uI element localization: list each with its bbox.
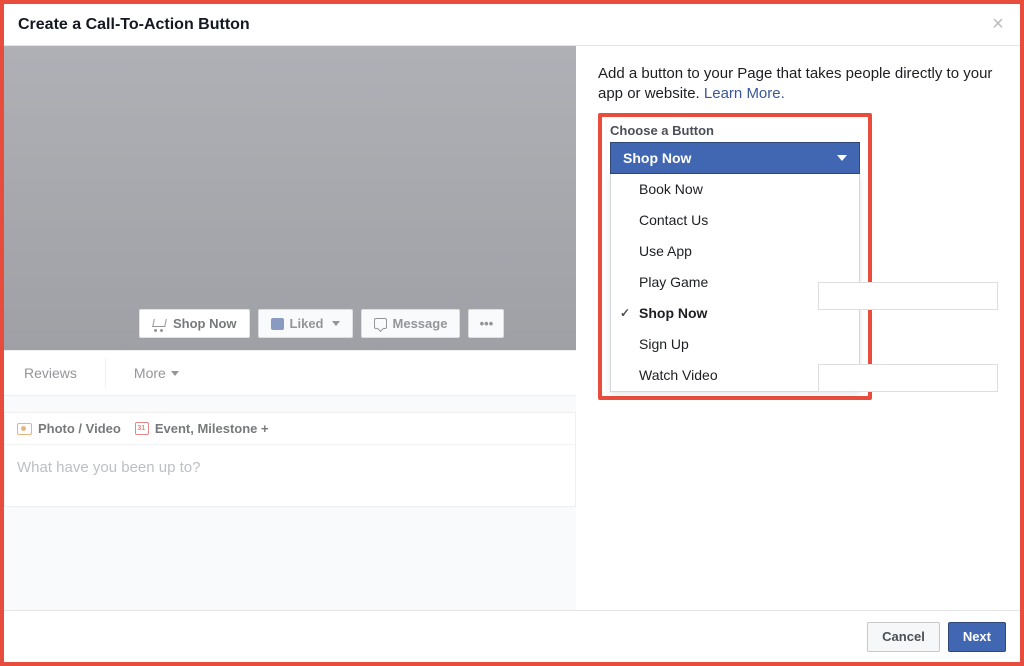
status-composer: Photo / Video Event, Milestone + What ha… bbox=[4, 412, 576, 507]
selected-option-label: Shop Now bbox=[623, 150, 691, 166]
next-button[interactable]: Next bbox=[948, 622, 1006, 652]
next-button-label: Next bbox=[963, 629, 991, 644]
modal-body: Shop Now Liked Message ••• bbox=[4, 46, 1020, 610]
intro-text: Add a button to your Page that takes peo… bbox=[598, 65, 992, 102]
option-book-now[interactable]: Book Now bbox=[611, 174, 859, 205]
close-icon[interactable]: × bbox=[988, 14, 1008, 34]
option-sign-up[interactable]: Sign Up bbox=[611, 329, 859, 360]
cancel-button-label: Cancel bbox=[882, 629, 925, 644]
website-url-input[interactable] bbox=[818, 282, 998, 310]
message-button[interactable]: Message bbox=[361, 309, 461, 338]
preview-cta-label: Shop Now bbox=[173, 316, 237, 331]
learn-more-link[interactable]: Learn More. bbox=[704, 85, 785, 102]
page-tab-bar: Reviews More bbox=[4, 350, 576, 396]
tab-more[interactable]: More bbox=[124, 351, 189, 395]
composer-tab-row: Photo / Video Event, Milestone + bbox=[5, 413, 575, 445]
tab-reviews-label: Reviews bbox=[24, 365, 77, 381]
modal-header: Create a Call-To-Action Button × bbox=[4, 4, 1020, 46]
calendar-icon bbox=[135, 422, 149, 435]
liked-label: Liked bbox=[290, 316, 324, 331]
ellipsis-icon: ••• bbox=[480, 316, 494, 331]
choose-button-label: Choose a Button bbox=[610, 123, 860, 138]
chevron-down-icon bbox=[171, 371, 179, 376]
composer-photo-video[interactable]: Photo / Video bbox=[17, 421, 121, 436]
button-type-select[interactable]: Shop Now bbox=[610, 142, 860, 174]
red-annotation-frame: Create a Call-To-Action Button × Shop No… bbox=[0, 0, 1024, 666]
modal-footer: Cancel Next bbox=[4, 610, 1020, 662]
thumb-up-icon bbox=[271, 318, 284, 330]
preview-cta-button[interactable]: Shop Now bbox=[139, 309, 250, 338]
option-contact-us[interactable]: Contact Us bbox=[611, 205, 859, 236]
composer-event-milestone[interactable]: Event, Milestone + bbox=[135, 421, 269, 436]
message-label: Message bbox=[393, 316, 448, 331]
cart-icon bbox=[152, 318, 167, 330]
liked-button[interactable]: Liked bbox=[258, 309, 353, 338]
composer-event-label: Event, Milestone + bbox=[155, 421, 269, 436]
composer-photo-video-label: Photo / Video bbox=[38, 421, 121, 436]
mobile-url-input[interactable] bbox=[818, 364, 998, 392]
photo-icon bbox=[17, 423, 32, 435]
tab-reviews[interactable]: Reviews bbox=[14, 351, 87, 395]
cta-form-pane: Add a button to your Page that takes peo… bbox=[576, 46, 1020, 610]
option-use-app[interactable]: Use App bbox=[611, 236, 859, 267]
chevron-down-icon bbox=[837, 155, 847, 161]
modal-title: Create a Call-To-Action Button bbox=[18, 16, 250, 34]
create-cta-modal: Create a Call-To-Action Button × Shop No… bbox=[4, 4, 1020, 662]
cover-button-row: Shop Now Liked Message ••• bbox=[139, 309, 504, 338]
choose-button-highlight: Choose a Button Shop Now Book Now Contac… bbox=[598, 113, 872, 400]
cover-dim-overlay bbox=[4, 46, 576, 350]
cover-photo-area: Shop Now Liked Message ••• bbox=[4, 46, 576, 350]
composer-placeholder[interactable]: What have you been up to? bbox=[5, 445, 575, 506]
chevron-down-icon bbox=[332, 321, 340, 326]
tab-more-label: More bbox=[134, 365, 166, 381]
speech-bubble-icon bbox=[374, 318, 387, 329]
more-options-button[interactable]: ••• bbox=[468, 309, 504, 338]
cancel-button[interactable]: Cancel bbox=[867, 622, 940, 652]
tab-divider bbox=[105, 359, 106, 387]
page-preview-pane: Shop Now Liked Message ••• bbox=[4, 46, 576, 610]
intro-text-block: Add a button to your Page that takes peo… bbox=[598, 64, 998, 105]
